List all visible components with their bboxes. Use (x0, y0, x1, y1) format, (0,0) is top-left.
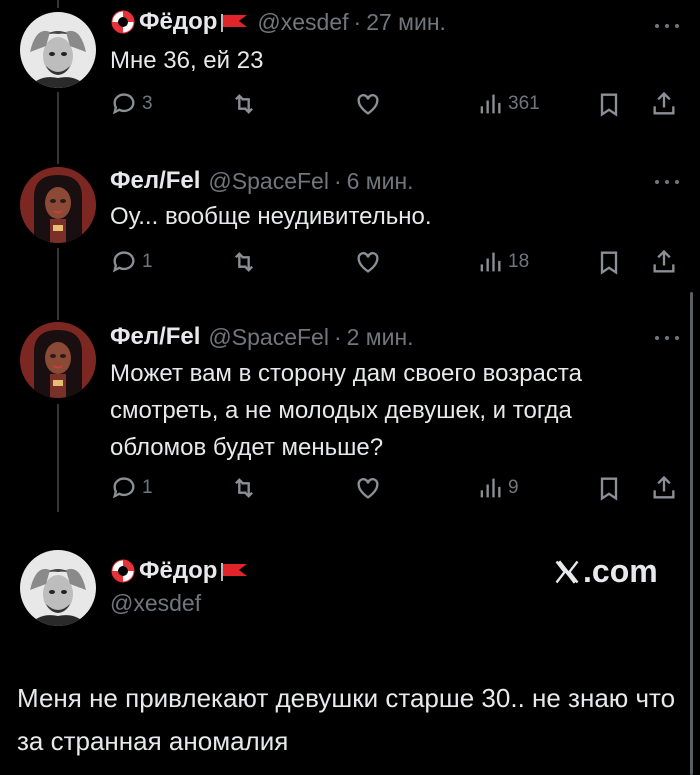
card-text: Меня не привлекают девушки старше 30.. н… (17, 683, 676, 756)
like-button[interactable] (354, 90, 382, 118)
tweet-actions: 1 9 (110, 474, 680, 504)
timestamp[interactable]: 6 мин. (347, 168, 414, 195)
views-icon (480, 94, 501, 114)
author-name[interactable]: Фёдор (139, 557, 217, 585)
repost-button[interactable] (230, 90, 258, 118)
like-button[interactable] (354, 248, 382, 276)
repost-icon (235, 252, 253, 272)
more-icon[interactable] (655, 24, 679, 32)
reply-icon (112, 93, 135, 115)
views-count: 361 (508, 93, 540, 114)
separator: · (333, 323, 342, 350)
flag-icon (221, 14, 248, 32)
more-icon[interactable] (655, 180, 679, 188)
tweet-header: Фел/Fel @SpaceFel · 2 мин. (110, 323, 414, 351)
author-name[interactable]: Фел/Fel (110, 323, 200, 351)
reply-button[interactable]: 1 (110, 474, 153, 502)
tweet-actions: 3 361 (110, 90, 680, 120)
like-icon (357, 252, 379, 273)
views-button[interactable]: 361 (476, 90, 540, 118)
author-handle[interactable]: @xesdef (257, 9, 348, 36)
share-icon (653, 249, 675, 273)
x-logo-icon (555, 559, 579, 584)
reply-button[interactable]: 1 (110, 248, 153, 276)
share-button[interactable] (650, 474, 678, 502)
separator: · (333, 167, 342, 194)
views-count: 9 (508, 477, 519, 498)
flag-icon (221, 563, 248, 581)
bookmark-icon (600, 93, 618, 117)
author-handle[interactable]: @SpaceFel (208, 324, 329, 351)
tweet-header: Фел/Fel @SpaceFel · 6 мин. (110, 167, 414, 195)
avatar[interactable] (20, 12, 96, 88)
lifebuoy-icon (111, 10, 135, 34)
tweet[interactable]: Фел/Fel @SpaceFel · 2 мин. Может вам в с… (0, 310, 700, 515)
share-icon (653, 475, 675, 499)
repost-icon (235, 94, 253, 114)
like-button[interactable] (354, 474, 382, 502)
avatar[interactable] (20, 322, 96, 398)
repost-button[interactable] (230, 248, 258, 276)
views-count: 18 (508, 251, 530, 272)
tweet[interactable]: Фел/Fel @SpaceFel · 6 мин. Оу... вообще … (0, 155, 700, 305)
separator: · (353, 8, 362, 35)
reply-count: 3 (142, 93, 153, 114)
tweet-header: Фёдор @xesdef · 27 мин. (110, 8, 446, 36)
reply-icon (112, 477, 135, 499)
author-name[interactable]: Фёдор (139, 8, 217, 36)
brand-suffix: .com (583, 553, 658, 589)
lifebuoy-icon (111, 559, 135, 583)
share-icon (653, 91, 675, 115)
author-handle[interactable]: @xesdef (110, 590, 201, 617)
reply-count: 1 (142, 477, 153, 498)
like-icon (357, 478, 379, 499)
views-button[interactable]: 9 (476, 474, 519, 502)
tweet-text: Мне 36, ей 23 (110, 47, 264, 74)
reply-icon (112, 251, 135, 273)
tweet[interactable]: Фёдор @xesdef · 27 мин. Мне 36, ей 23 3 … (0, 0, 700, 150)
author-handle[interactable]: @SpaceFel (208, 168, 329, 195)
share-button[interactable] (650, 90, 678, 118)
bookmark-button[interactable] (595, 90, 623, 118)
avatar[interactable] (20, 167, 96, 243)
tweet-text: Оу... вообще неудивительно. (110, 203, 432, 230)
card-header: Фёдор (110, 557, 249, 585)
timestamp[interactable]: 2 мин. (347, 324, 414, 351)
reply-button[interactable]: 3 (110, 90, 153, 118)
bookmark-button[interactable] (595, 474, 623, 502)
reply-count: 1 (142, 251, 153, 272)
share-button[interactable] (650, 248, 678, 276)
tweet-actions: 1 18 (110, 248, 680, 278)
views-icon (480, 478, 501, 498)
repost-icon (235, 478, 253, 498)
timestamp[interactable]: 27 мин. (366, 9, 446, 36)
bookmark-button[interactable] (595, 248, 623, 276)
avatar[interactable] (20, 550, 96, 626)
author-name[interactable]: Фел/Fel (110, 167, 200, 195)
like-icon (357, 94, 379, 115)
more-icon[interactable] (655, 336, 679, 344)
x-brand: .com (553, 553, 658, 590)
bookmark-icon (600, 477, 618, 501)
repost-button[interactable] (230, 474, 258, 502)
bookmark-icon (600, 251, 618, 275)
views-icon (480, 252, 501, 272)
views-button[interactable]: 18 (476, 248, 529, 276)
tweet-text: Может вам в сторону дам своего возраста … (110, 360, 582, 461)
